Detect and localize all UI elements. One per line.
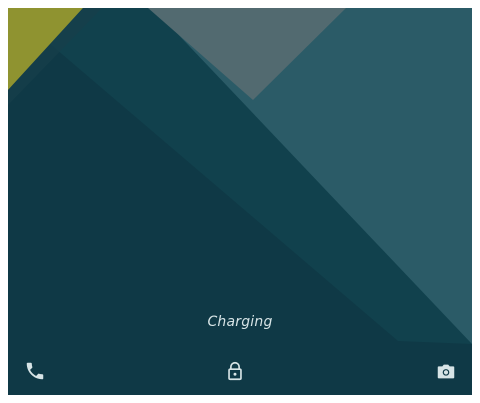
camera-icon [437,364,455,379]
lock-icon [228,361,242,381]
wallpaper-art [8,8,472,395]
charging-status: Charging [207,314,273,330]
lock-screen: Charging [0,0,480,403]
camera-button[interactable] [435,360,467,392]
phone-button[interactable] [24,360,56,392]
unlock-button[interactable] [224,360,256,392]
wallpaper: Charging [8,8,472,395]
phone-icon [26,362,44,380]
